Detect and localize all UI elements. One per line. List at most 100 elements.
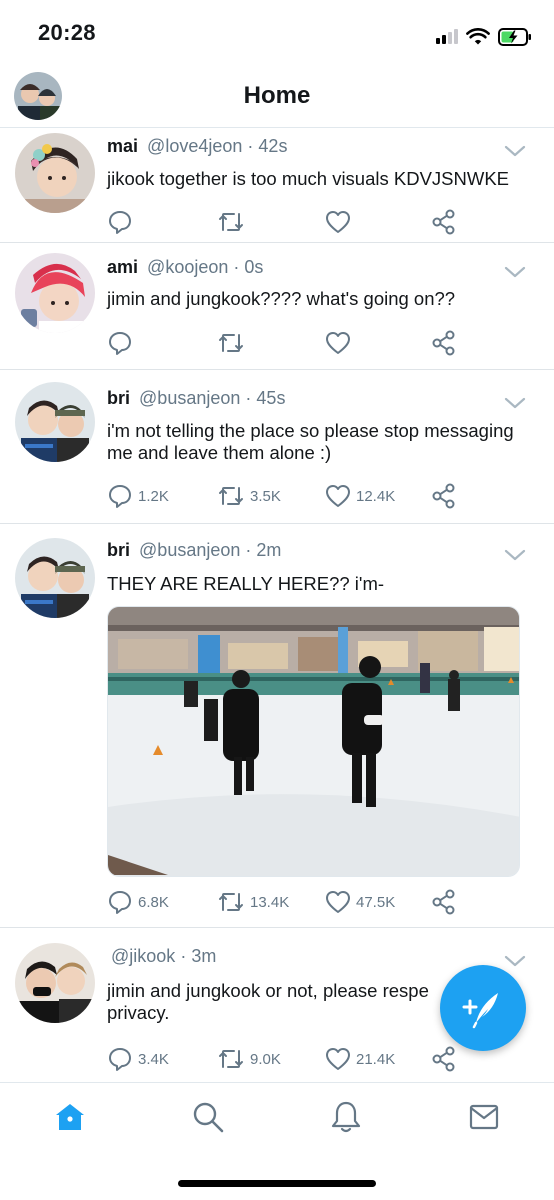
share-button[interactable] — [431, 482, 457, 510]
top-header: Home — [0, 66, 554, 128]
tweet[interactable]: bri @busanjeon · 45s i'm not telling the… — [0, 370, 554, 524]
avatar[interactable] — [15, 382, 95, 462]
retweet-count: 13.4K — [250, 893, 290, 911]
reply-count: 6.8K — [138, 893, 169, 911]
display-name[interactable]: bri — [107, 388, 130, 408]
share-button[interactable] — [431, 329, 457, 357]
avatar[interactable] — [15, 133, 95, 213]
timestamp: 42s — [258, 136, 288, 156]
tweet[interactable]: ami @koojeon · 0s jimin and jungkook????… — [0, 243, 554, 370]
like-button[interactable]: 47.5K — [325, 888, 395, 916]
reply-button[interactable]: 3.4K — [107, 1045, 169, 1073]
retweet-icon — [219, 334, 243, 352]
tweet[interactable]: bri @busanjeon · 2m THEY ARE REALLY HERE… — [0, 524, 554, 928]
home-icon[interactable] — [52, 1099, 88, 1135]
like-button[interactable] — [325, 208, 356, 236]
separator: · — [245, 540, 252, 560]
reply-icon — [109, 211, 131, 234]
search-icon[interactable] — [190, 1099, 226, 1135]
tweet-header: bri @busanjeon · 2m — [107, 540, 281, 561]
like-button[interactable]: 21.4K — [325, 1045, 395, 1073]
separator: · — [180, 946, 187, 966]
like-button[interactable] — [325, 329, 356, 357]
battery-charging-icon — [498, 28, 531, 46]
tweet-actions — [107, 208, 477, 236]
timeline: mai @love4jeon · 42s jikook together is … — [0, 128, 554, 1083]
retweet-button[interactable]: 3.5K — [217, 482, 281, 510]
avatar[interactable] — [15, 538, 95, 618]
timestamp: 45s — [256, 388, 286, 408]
display-name[interactable]: ami — [107, 257, 138, 277]
share-button[interactable] — [431, 888, 457, 916]
tweet-text: jimin and jungkook???? what's going on?? — [107, 288, 456, 309]
tweet-actions: 1.2K 3.5K 12.4K — [107, 482, 477, 510]
avatar[interactable] — [15, 943, 95, 1023]
reply-icon — [109, 485, 131, 508]
tweet-media-image[interactable] — [107, 606, 520, 877]
like-icon — [326, 891, 350, 913]
tweet-actions: 3.4K 9.0K 21.4K — [107, 1045, 477, 1073]
display-name[interactable]: bri — [107, 540, 130, 560]
tweet-header: @jikook · 3m — [107, 946, 216, 967]
handle[interactable]: @love4jeon — [147, 136, 242, 156]
like-icon — [326, 332, 350, 354]
home-indicator — [178, 1180, 376, 1187]
chevron-down-icon[interactable] — [504, 396, 526, 410]
separator: · — [245, 388, 252, 408]
retweet-button[interactable] — [217, 208, 250, 236]
share-icon — [432, 209, 455, 235]
status-icons — [436, 22, 532, 46]
chevron-down-icon[interactable] — [504, 144, 526, 158]
messages-icon[interactable] — [466, 1099, 502, 1135]
like-count: 47.5K — [356, 893, 396, 911]
reply-button[interactable]: 1.2K — [107, 482, 169, 510]
tweet[interactable]: mai @love4jeon · 42s jikook together is … — [0, 128, 554, 243]
tweet-actions: 6.8K 13.4K 47.5K — [107, 888, 477, 916]
like-count: 21.4K — [356, 1050, 396, 1068]
display-name[interactable]: mai — [107, 136, 138, 156]
reply-button[interactable] — [107, 329, 138, 357]
share-icon — [432, 483, 455, 509]
share-icon — [432, 889, 455, 915]
tweet-text: THEY ARE REALLY HERE?? i'm- — [107, 573, 385, 594]
reply-button[interactable] — [107, 208, 138, 236]
tweet-text: i'm not telling the place so please stop… — [107, 420, 514, 463]
handle[interactable]: @busanjeon — [139, 540, 240, 560]
timestamp: 2m — [256, 540, 282, 560]
retweet-icon — [219, 1050, 243, 1068]
handle[interactable]: @busanjeon — [139, 388, 240, 408]
like-button[interactable]: 12.4K — [325, 482, 395, 510]
chevron-down-icon[interactable] — [504, 265, 526, 279]
compose-icon — [462, 993, 498, 1029]
chevron-down-icon[interactable] — [504, 548, 526, 562]
like-icon — [326, 485, 350, 507]
compose-tweet-button[interactable] — [440, 965, 526, 1051]
like-icon — [326, 1048, 350, 1070]
tweet-actions — [107, 329, 477, 357]
retweet-icon — [219, 893, 243, 911]
page-title: Home — [243, 82, 311, 109]
retweet-button[interactable]: 9.0K — [217, 1045, 281, 1073]
retweet-button[interactable]: 13.4K — [217, 888, 289, 916]
wifi-icon — [466, 28, 490, 45]
share-icon — [432, 330, 455, 356]
retweet-icon — [219, 213, 243, 231]
tweet-header: mai @love4jeon · 42s — [107, 136, 287, 157]
retweet-icon — [219, 487, 243, 505]
handle[interactable]: @koojeon — [147, 257, 228, 277]
handle[interactable]: @jikook — [111, 946, 175, 966]
notifications-icon[interactable] — [328, 1099, 364, 1135]
signal-icon — [436, 28, 458, 44]
reply-icon — [109, 1048, 131, 1071]
like-count: 12.4K — [356, 487, 396, 505]
reply-icon — [109, 891, 131, 914]
separator: · — [247, 136, 254, 156]
retweet-button[interactable] — [217, 329, 250, 357]
separator: · — [233, 257, 240, 277]
status-time: 20:28 — [38, 20, 96, 45]
tweet-text: jikook together is too much visuals KDVJ… — [107, 168, 510, 189]
reply-button[interactable]: 6.8K — [107, 888, 169, 916]
like-icon — [326, 211, 350, 233]
share-button[interactable] — [431, 208, 457, 236]
avatar[interactable] — [15, 253, 95, 333]
